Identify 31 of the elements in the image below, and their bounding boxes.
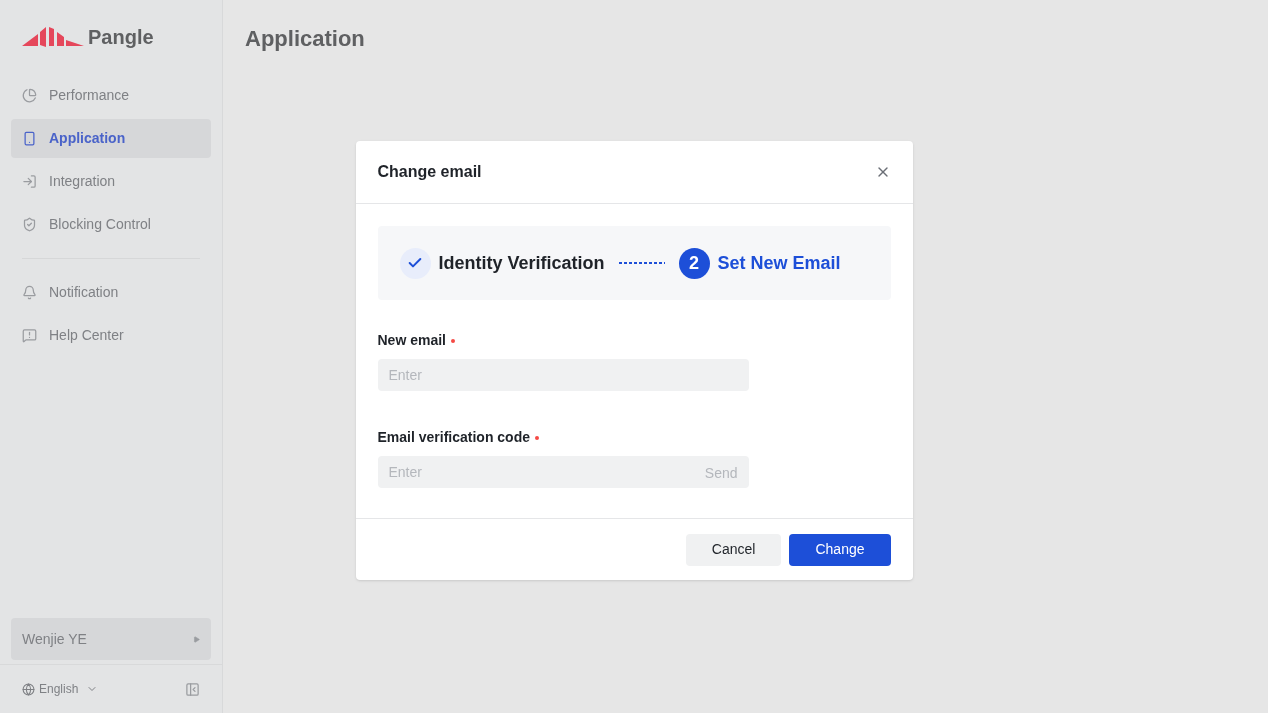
import-icon: [22, 174, 37, 189]
caret-icon: [193, 635, 200, 643]
step-label: Identity Verification: [438, 251, 605, 275]
field-label: Email verification code: [377, 428, 530, 447]
user-menu[interactable]: Wenjie YE: [11, 618, 211, 660]
language-selector[interactable]: English: [22, 680, 99, 698]
page-title: Application: [245, 25, 366, 53]
step-check-icon: [399, 247, 431, 279]
help-icon: [22, 328, 37, 343]
sidebar-item[interactable]: Help Center: [11, 316, 211, 355]
step-connector: [618, 262, 665, 264]
sidebar-item[interactable]: Notification: [11, 273, 211, 312]
sidebar-item[interactable]: Integration: [11, 162, 211, 201]
input-field[interactable]: Enter: [377, 359, 749, 391]
phone-icon: [22, 131, 37, 146]
logo-icon: [22, 26, 84, 48]
send-link[interactable]: Send: [704, 463, 738, 484]
cancel-button[interactable]: Cancel: [685, 533, 782, 566]
sidebar-item[interactable]: Performance: [11, 76, 211, 115]
shield-icon: [22, 217, 37, 232]
globe-icon: [22, 682, 35, 696]
change-button[interactable]: Change: [789, 533, 891, 566]
step-number: 2: [678, 247, 710, 279]
sidebar-item[interactable]: Application: [11, 119, 211, 158]
dialog-title: Change email: [377, 162, 482, 182]
pie-chart-icon: [22, 88, 37, 103]
logo-text: Pangle: [88, 25, 154, 50]
field-label: New email: [377, 331, 446, 350]
step-label: Set New Email: [717, 251, 841, 275]
sidebar-item[interactable]: Blocking Control: [11, 205, 211, 244]
bell-icon: [22, 285, 37, 300]
